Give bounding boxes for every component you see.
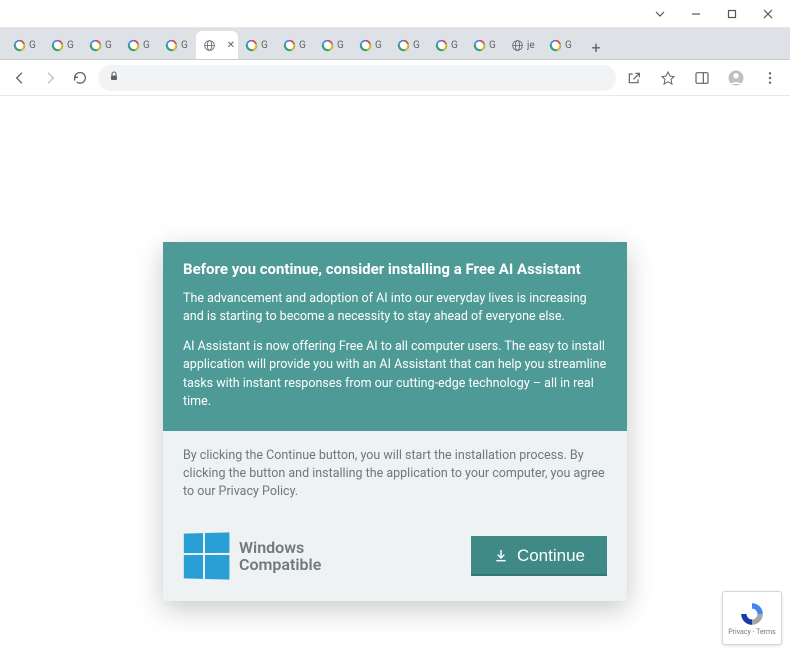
modal-body: By clicking the Continue button, you wil…	[163, 431, 627, 601]
browser-tab[interactable]: G	[276, 31, 314, 59]
modal-paragraph: AI Assistant is now offering Free AI to …	[183, 338, 607, 411]
browser-tab[interactable]: G	[428, 31, 466, 59]
url-input[interactable]	[98, 65, 616, 91]
install-prompt-modal: Before you continue, consider installing…	[163, 242, 627, 601]
window-minimize-button[interactable]	[678, 2, 714, 26]
browser-tab[interactable]: G	[390, 31, 428, 59]
profile-avatar-icon[interactable]	[724, 66, 748, 90]
page-content: pc risk.com Before you continue, conside…	[0, 96, 790, 663]
modal-footer: Windows Compatible Continue	[183, 533, 607, 579]
browser-tab[interactable]: G	[6, 31, 44, 59]
globe-icon	[510, 38, 524, 52]
tab-label: G	[413, 40, 420, 51]
new-tab-button[interactable]: +	[584, 35, 608, 59]
modal-paragraph: The advancement and adoption of AI into …	[183, 290, 607, 326]
continue-button[interactable]: Continue	[471, 536, 607, 576]
modal-header: Before you continue, consider installing…	[163, 242, 627, 431]
browser-tab[interactable]: G	[466, 31, 504, 59]
browser-tab[interactable]: G	[44, 31, 82, 59]
globe-icon	[202, 38, 216, 52]
download-icon	[493, 548, 509, 564]
window-close-button[interactable]	[750, 2, 786, 26]
tab-strip: G G G G G ✕ G G G G G G G je G +	[0, 28, 790, 60]
browser-tab[interactable]: G	[120, 31, 158, 59]
tab-label: G	[337, 40, 344, 51]
address-bar	[0, 60, 790, 96]
browser-tab[interactable]: G	[314, 31, 352, 59]
continue-label: Continue	[517, 546, 585, 566]
tab-label: G	[181, 40, 188, 51]
tab-label: G	[451, 40, 458, 51]
modal-title: Before you continue, consider installing…	[183, 260, 607, 278]
tab-label: G	[67, 40, 74, 51]
browser-tab[interactable]: G	[82, 31, 120, 59]
windows-logo-icon	[184, 532, 230, 579]
overflow-menu-icon[interactable]	[758, 66, 782, 90]
tab-label: G	[565, 40, 572, 51]
tab-label: je	[527, 40, 535, 51]
browser-tab[interactable]: G	[238, 31, 276, 59]
window-maximize-button[interactable]	[714, 2, 750, 26]
windows-compatible-badge: Windows Compatible	[183, 533, 321, 579]
close-tab-icon[interactable]: ✕	[227, 40, 235, 51]
tab-label: G	[261, 40, 268, 51]
browser-tab-active[interactable]: ✕	[196, 31, 238, 59]
tab-label: G	[143, 40, 150, 51]
recaptcha-icon	[739, 601, 765, 627]
back-button[interactable]	[8, 66, 32, 90]
share-icon[interactable]	[622, 66, 646, 90]
lock-icon	[108, 70, 120, 85]
browser-tab[interactable]: G	[352, 31, 390, 59]
recaptcha-badge[interactable]: Privacy - Terms	[722, 591, 782, 645]
tab-label: G	[489, 40, 496, 51]
window-titlebar	[0, 0, 790, 28]
forward-button[interactable]	[38, 66, 62, 90]
modal-disclaimer: By clicking the Continue button, you wil…	[183, 447, 607, 501]
tab-label: G	[375, 40, 382, 51]
tab-label: G	[299, 40, 306, 51]
browser-tab[interactable]: je	[504, 31, 542, 59]
reload-button[interactable]	[68, 66, 92, 90]
tab-label: G	[105, 40, 112, 51]
browser-tab[interactable]: G	[542, 31, 580, 59]
recaptcha-terms: Privacy - Terms	[728, 628, 776, 636]
browser-tab[interactable]: G	[158, 31, 196, 59]
tab-label: G	[29, 40, 36, 51]
window-chevron-icon[interactable]	[642, 2, 678, 26]
bookmark-icon[interactable]	[656, 66, 680, 90]
compat-text: Windows Compatible	[239, 539, 321, 574]
side-panel-icon[interactable]	[690, 66, 714, 90]
